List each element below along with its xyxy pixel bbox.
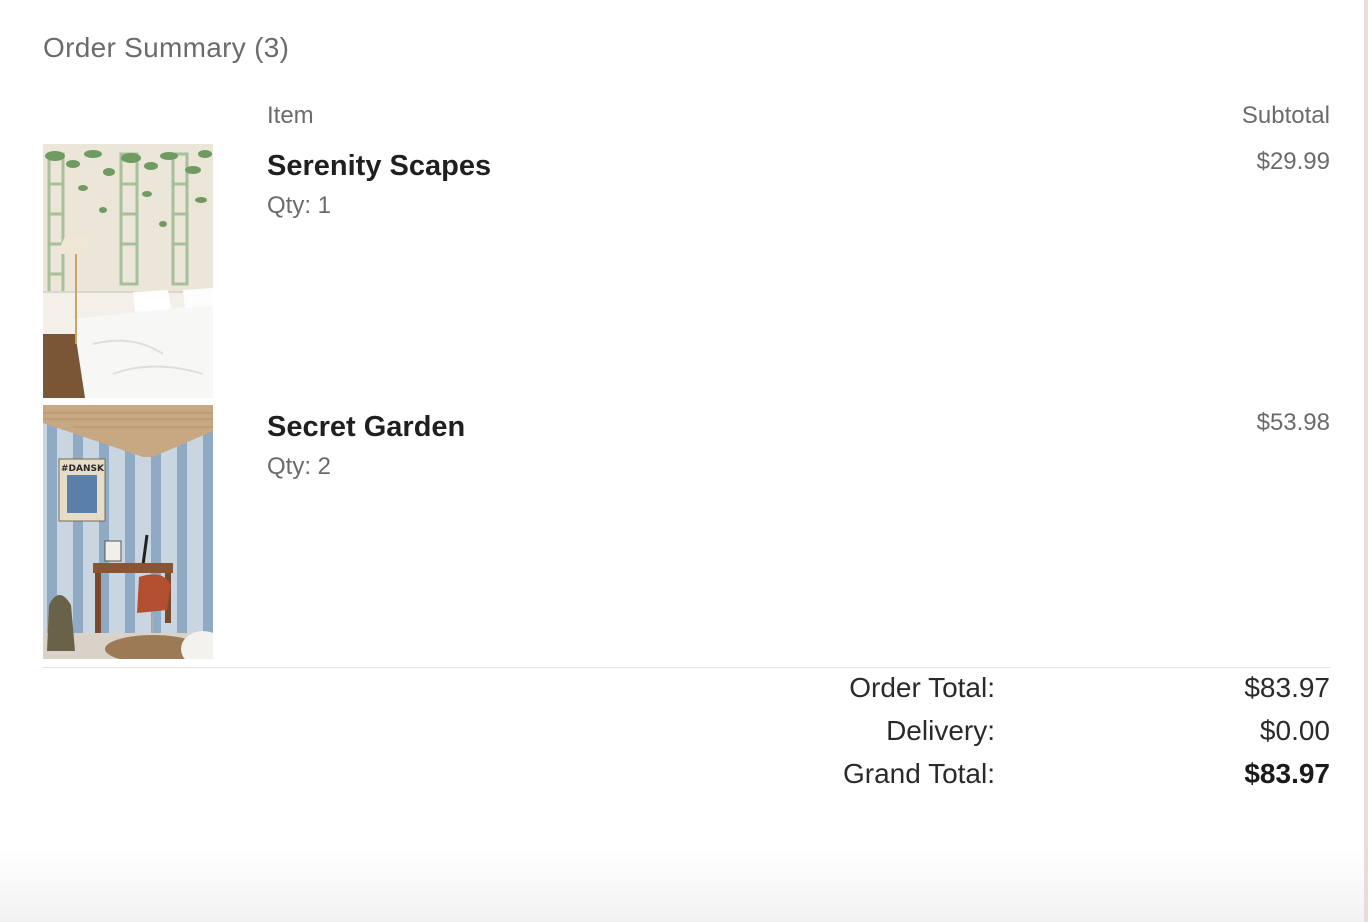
side-panel-edge: [1364, 0, 1368, 922]
grand-total-row: Grand Total: $83.97: [43, 758, 1330, 801]
study-vine-stripe-wallpaper-image[interactable]: #DANSK: [43, 405, 213, 659]
item-subtotal: $29.99: [1256, 148, 1330, 175]
column-header-subtotal: Subtotal: [1241, 102, 1330, 129]
grand-total-value: $83.97: [1244, 758, 1330, 789]
order-totals: Order Total: $83.97 Delivery: $0.00 Gran…: [43, 672, 1330, 801]
totals-divider: [43, 667, 1330, 668]
bedroom-trellis-wallpaper-image[interactable]: [43, 144, 213, 398]
order-total-value: $83.97: [1244, 672, 1330, 703]
order-summary-page: Order Summary (3) Item Subtotal Serenity…: [0, 0, 1368, 922]
item-quantity: Qty: 2: [267, 453, 332, 480]
order-total-label: Order Total:: [849, 672, 995, 703]
grand-total-label: Grand Total:: [842, 758, 995, 789]
order-total-row: Order Total: $83.97: [43, 672, 1330, 715]
delivery-label: Delivery:: [886, 715, 995, 746]
order-summary-title: Order Summary (3): [43, 32, 290, 63]
column-header-item: Item: [267, 102, 314, 129]
delivery-value: $0.00: [1259, 715, 1330, 746]
item-subtotal: $53.98: [1256, 409, 1330, 436]
item-name[interactable]: Serenity Scapes: [267, 150, 491, 183]
order-item-row: #DANSK Secret Garden Qty: 2 $53.98: [43, 405, 1330, 659]
poster-label: #DANSK: [61, 464, 105, 474]
item-quantity: Qty: 1: [267, 192, 332, 219]
order-item-row: Serenity Scapes Qty: 1 $29.99: [43, 144, 1330, 398]
delivery-row: Delivery: $0.00: [43, 715, 1330, 758]
item-name[interactable]: Secret Garden: [267, 411, 465, 444]
